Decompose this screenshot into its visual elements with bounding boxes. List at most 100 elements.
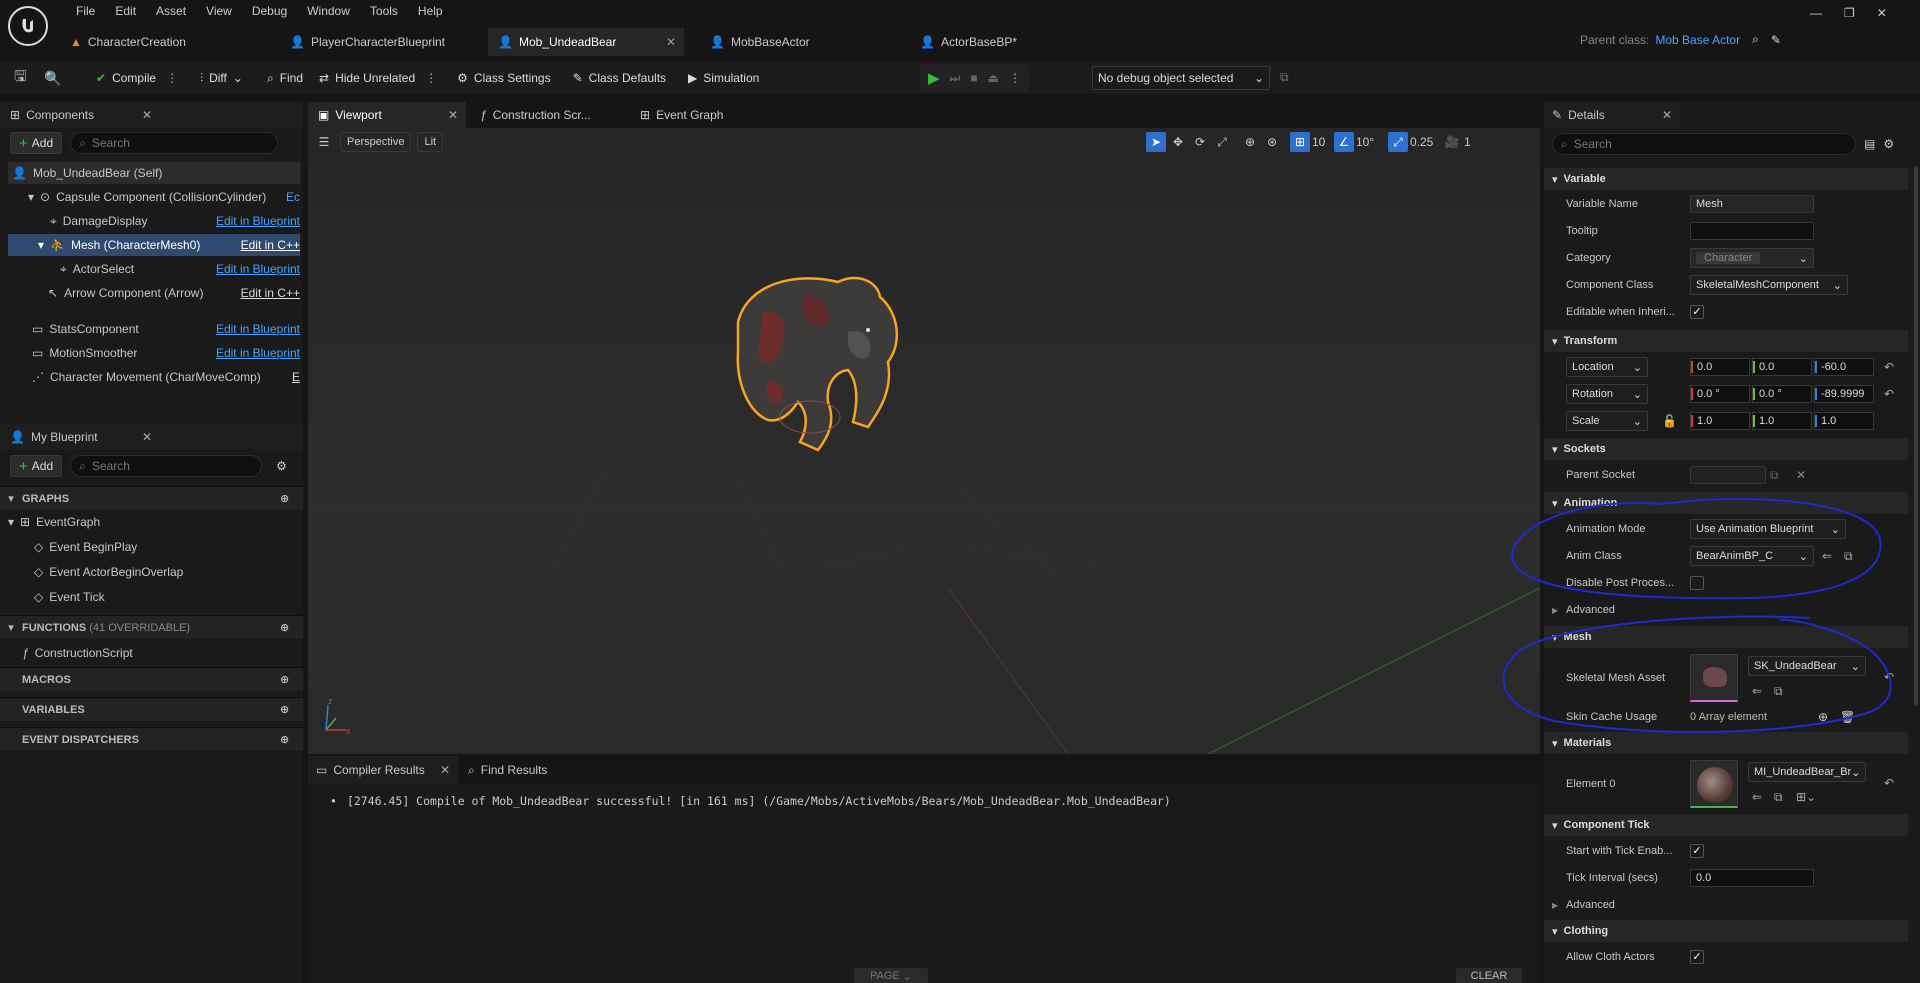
close-panel-icon[interactable]: ✕ (142, 430, 152, 444)
class-settings-button[interactable]: ⚙ Class Settings (451, 63, 556, 93)
doc-tab-charactercreation[interactable]: ▲ CharacterCreation (60, 28, 240, 56)
trash-icon[interactable]: 🗑 (1840, 710, 1855, 724)
doc-tab-mob-undeadbear[interactable]: 👤 Mob_UndeadBear ✕ (488, 28, 684, 56)
reset-icon[interactable]: ↶ (1884, 360, 1894, 374)
animation-advanced[interactable]: ▸ Advanced (1544, 599, 1908, 621)
event-dispatchers-section[interactable]: EVENT DISPATCHERS ⊕ (0, 727, 303, 751)
event-graph-item[interactable]: ▾ ⊞ EventGraph (0, 510, 303, 534)
eject-icon[interactable]: ⏏ (988, 71, 999, 85)
material-thumbnail[interactable] (1690, 760, 1738, 808)
hide-unrelated-button[interactable]: ⇄ Hide Unrelated (313, 63, 421, 93)
debug-filter-icon[interactable]: ⧉ (1280, 70, 1289, 85)
event-item[interactable]: ◇ Event Tick (0, 584, 303, 609)
menu-window[interactable]: Window (297, 0, 360, 22)
use-selected-icon[interactable]: ⇐ (1822, 549, 1832, 563)
materials-section[interactable]: ▾ Materials (1544, 732, 1908, 754)
tab-find-results[interactable]: ⌕ Find Results (458, 756, 557, 784)
edit-icon[interactable]: ✎ (1771, 33, 1781, 47)
functions-section[interactable]: ▾ FUNCTIONS (41 OVERRIDABLE) ⊕ (0, 615, 303, 639)
scale-snap-icon[interactable]: ⤢ (1388, 132, 1408, 152)
gear-icon[interactable]: ⚙ (276, 459, 287, 473)
step-icon[interactable]: ⏭ (950, 71, 961, 86)
minimize-icon[interactable]: — (1810, 6, 1822, 20)
rotate-icon[interactable]: ⟳ (1190, 132, 1210, 152)
rotation-z-field[interactable]: -89.9999 (1814, 385, 1874, 403)
menu-help[interactable]: Help (408, 0, 453, 22)
perspective-button[interactable]: Perspective (340, 132, 412, 152)
add-circle-icon[interactable]: ⊕ (280, 703, 289, 716)
rotation-y-field[interactable]: 0.0 ° (1752, 385, 1812, 403)
tree-item[interactable]: 👤 Mob_UndeadBear (Self) (8, 162, 300, 184)
table-view-icon[interactable]: ▤ (1864, 137, 1875, 151)
scale-y-field[interactable]: 1.0 (1752, 412, 1812, 430)
details-scrollbar[interactable] (1914, 166, 1918, 706)
category-select[interactable]: Character ⌄ (1690, 248, 1814, 268)
compile-button[interactable]: ✔ Compile (90, 63, 162, 93)
use-selected-icon[interactable]: ⇐ (1752, 790, 1762, 804)
add-circle-icon[interactable]: ⊕ (280, 621, 289, 634)
close-tab-icon[interactable]: ✕ (440, 763, 450, 777)
location-z-field[interactable]: -60.0 (1814, 358, 1874, 376)
world-space-icon[interactable]: ⊕ (1240, 132, 1260, 152)
tree-item[interactable]: ▾ ⊙ Capsule Component (CollisionCylinder) E… (8, 186, 300, 208)
allow-cloth-actors-checkbox[interactable]: ✓ (1690, 950, 1704, 964)
lit-button[interactable]: Lit (417, 132, 444, 152)
component-class-select[interactable]: SkeletalMeshComponent ⌄ (1690, 275, 1848, 295)
disable-post-process-checkbox[interactable] (1690, 576, 1704, 590)
viewport-menu-icon[interactable]: ☰ (314, 132, 334, 152)
mesh-thumbnail[interactable] (1690, 654, 1738, 702)
tree-item[interactable]: ↖ Arrow Component (Arrow) Edit in C++ (8, 282, 300, 304)
browse-icon[interactable]: ⧉ (1844, 549, 1853, 564)
tab-compiler-results[interactable]: ▭ Compiler Results ✕ (308, 756, 458, 784)
surface-snap-icon[interactable]: ⊛ (1262, 132, 1282, 152)
close-panel-icon[interactable]: ✕ (142, 108, 152, 122)
scale-icon[interactable]: ⤢ (1212, 132, 1232, 152)
my-blueprint-tab[interactable]: 👤 My Blueprint ✕ (0, 424, 303, 450)
rotation-snap-value[interactable]: 10° (1356, 135, 1382, 149)
close-tab-icon[interactable]: ✕ (666, 35, 676, 49)
tree-item[interactable]: ⌖ DamageDisplay Edit in Blueprint (8, 210, 300, 232)
tree-item[interactable]: ▭ StatsComponent Edit in Blueprint (8, 318, 300, 340)
play-icon[interactable]: ▶ (928, 69, 940, 87)
graphs-section[interactable]: ▾ GRAPHS ⊕ (0, 486, 303, 510)
component-tick-section[interactable]: ▾ Component Tick (1544, 814, 1908, 836)
details-search-input[interactable]: ⌕ Search (1552, 133, 1856, 155)
doc-tab-playercharacterblueprint[interactable]: 👤 PlayerCharacterBlueprint (280, 28, 480, 56)
diff-button[interactable]: ⫶ Diff ⌄ (194, 63, 249, 93)
sockets-section[interactable]: ▾ Sockets (1544, 438, 1908, 460)
menu-debug[interactable]: Debug (242, 0, 297, 22)
lock-icon[interactable]: 🔓 (1662, 414, 1677, 428)
grid-snap-icon[interactable]: ⊞ (1290, 132, 1310, 152)
camera-speed-value[interactable]: 1 (1464, 135, 1471, 149)
close-icon[interactable]: ✕ (1877, 6, 1887, 20)
close-panel-icon[interactable]: ✕ (1662, 108, 1672, 122)
hide-unrelated-options-icon[interactable]: ⋮ (425, 71, 437, 85)
editable-when-inherited-checkbox[interactable]: ✓ (1690, 305, 1704, 319)
material-options-icon[interactable]: ⊞⌄ (1796, 790, 1816, 804)
material-select[interactable]: MI_UndeadBear_Br ⌄ (1748, 762, 1866, 782)
tree-item[interactable]: ⋰ Character Movement (CharMoveComp) E (8, 366, 300, 388)
browse-icon[interactable]: 🔍 (44, 70, 74, 87)
play-options-icon[interactable]: ⋮ (1009, 71, 1021, 85)
add-component-button[interactable]: + Add (10, 132, 63, 154)
menu-tools[interactable]: Tools (360, 0, 408, 22)
add-circle-icon[interactable]: ⊕ (280, 733, 289, 746)
menu-file[interactable]: File (66, 0, 105, 22)
doc-tab-actorbasebp[interactable]: 👤 ActorBaseBP* (910, 28, 1060, 56)
transform-section[interactable]: ▾ Transform (1544, 330, 1908, 352)
tick-advanced[interactable]: ▸ Advanced (1544, 894, 1908, 916)
reset-icon[interactable]: ↶ (1884, 670, 1894, 684)
add-circle-icon[interactable]: ⊕ (280, 673, 289, 686)
tooltip-field[interactable] (1690, 222, 1814, 240)
browse-icon[interactable]: ⧉ (1774, 790, 1783, 805)
mesh-section[interactable]: ▾ Mesh (1544, 626, 1908, 648)
function-item[interactable]: ƒ ConstructionScript (0, 639, 303, 667)
rotation-snap-icon[interactable]: ∠ (1334, 132, 1354, 152)
close-tab-icon[interactable]: ✕ (448, 108, 458, 122)
expand-icon[interactable]: ▾ (38, 238, 44, 252)
browse-icon[interactable]: ⧉ (1770, 468, 1779, 483)
doc-tab-mobbaseactor[interactable]: 👤 MobBaseActor (700, 28, 880, 56)
scale-mode-select[interactable]: Scale ⌄ (1566, 411, 1648, 431)
clear-icon[interactable]: ✕ (1796, 468, 1806, 482)
start-with-tick-checkbox[interactable]: ✓ (1690, 844, 1704, 858)
